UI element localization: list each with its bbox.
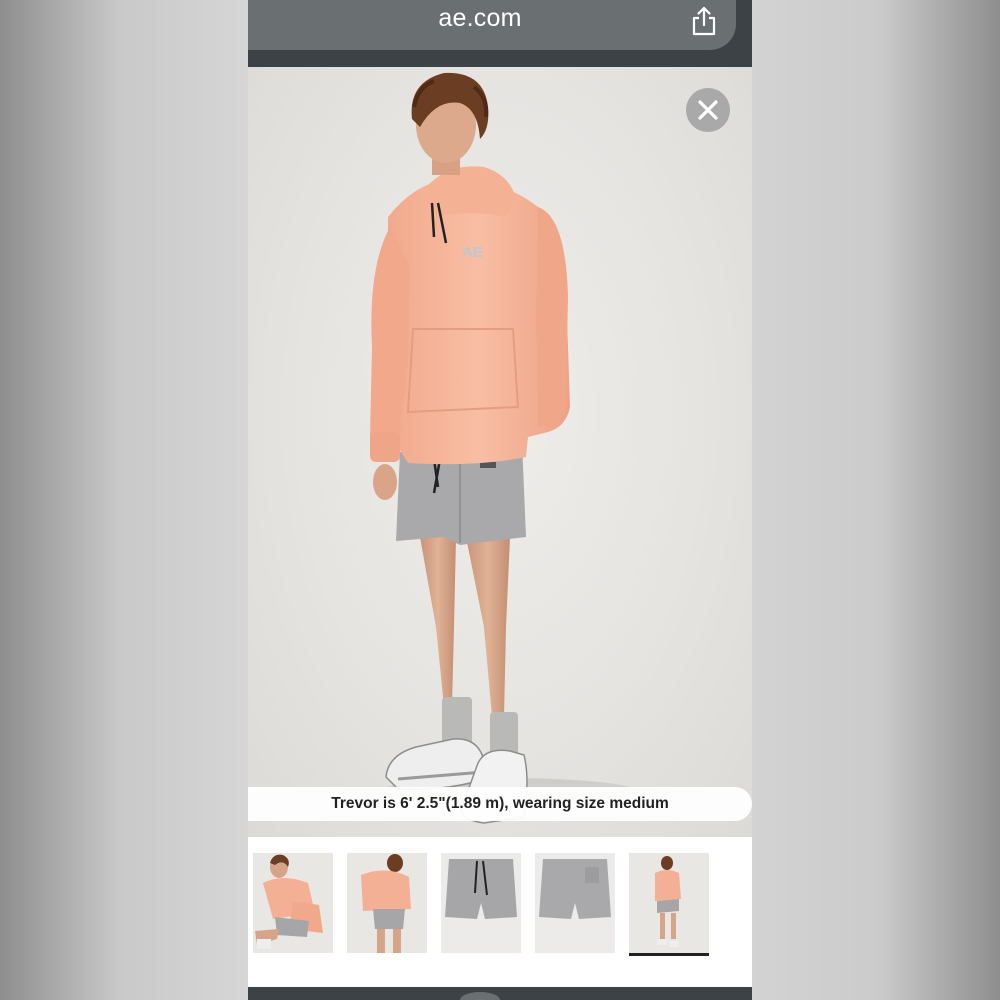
main-product-image[interactable]: AE: [248, 67, 752, 837]
thumbnail-shorts-front-flat[interactable]: [441, 853, 521, 953]
bottom-toolbar: [248, 987, 752, 1000]
svg-text:AE: AE: [462, 244, 483, 261]
thumbnail-back-view[interactable]: [347, 853, 427, 953]
thumbnail-shorts-back-flat[interactable]: [535, 853, 615, 953]
browser-toolbar: ae.com: [248, 0, 752, 67]
url-text: ae.com: [438, 4, 522, 32]
close-button[interactable]: [686, 88, 730, 132]
thumbnail-seated-pose[interactable]: [253, 853, 333, 953]
thumbnail-full-body-front[interactable]: [629, 853, 709, 956]
phone-screen: ae.com AE Trevor is 6' 2.5"(1.89 m), wea…: [248, 0, 752, 1000]
caption-text: Trevor is 6' 2.5"(1.89 m), wearing size …: [331, 795, 669, 812]
model-photo: AE: [370, 72, 638, 824]
address-bar[interactable]: ae.com: [248, 0, 736, 50]
model-size-caption: Trevor is 6' 2.5"(1.89 m), wearing size …: [248, 787, 752, 821]
share-icon[interactable]: [690, 5, 718, 37]
thumbnail-strip: [248, 837, 752, 987]
close-icon: [698, 100, 718, 120]
